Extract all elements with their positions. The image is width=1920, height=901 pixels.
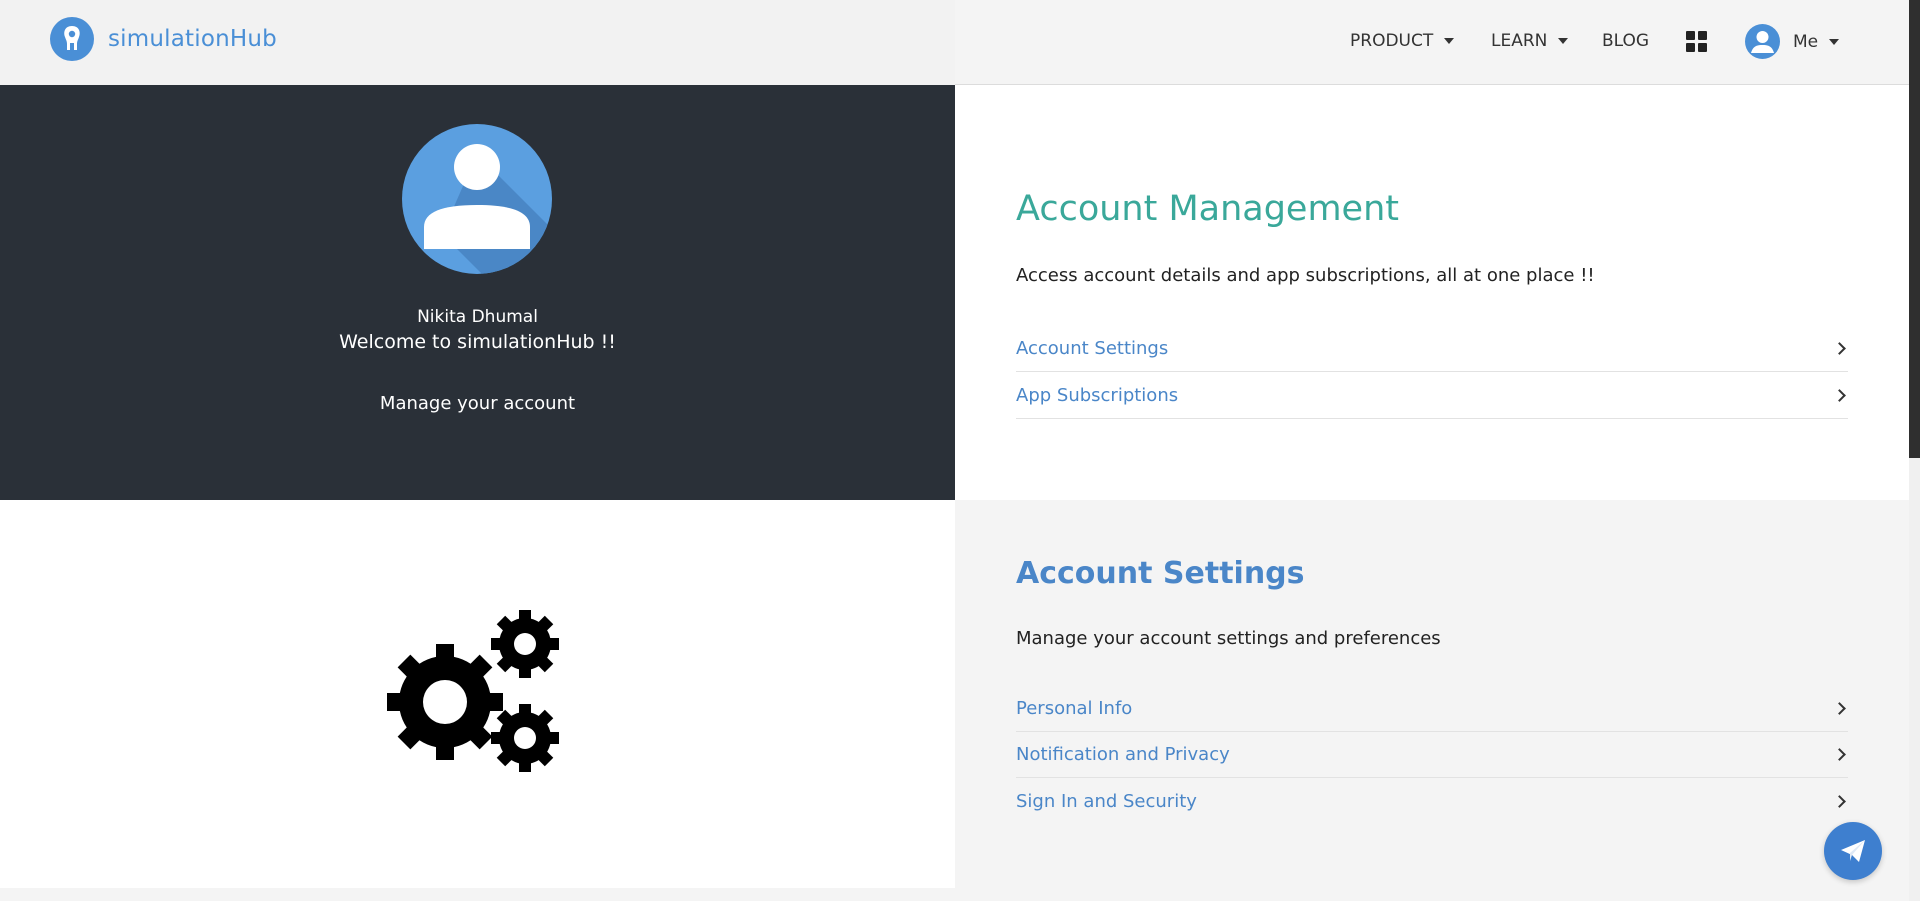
caret-down-icon xyxy=(1558,38,1569,44)
chevron-right-icon xyxy=(1833,702,1846,715)
scrollbar-thumb[interactable] xyxy=(1909,0,1920,458)
nav-me-menu[interactable]: Me xyxy=(1745,24,1840,59)
chevron-right-icon xyxy=(1833,794,1846,808)
link-personal-info[interactable]: Personal Info xyxy=(1016,686,1848,732)
user-avatar-icon xyxy=(402,124,552,274)
top-header: simulationHub PRODUCT LEARN BLOG Me xyxy=(0,0,1909,85)
nav-me-label: Me xyxy=(1793,31,1819,52)
paper-plane-icon xyxy=(1841,840,1865,862)
chevron-right-icon xyxy=(1833,341,1846,355)
link-sign-in-security[interactable]: Sign In and Security xyxy=(1016,778,1848,824)
nav-product[interactable]: PRODUCT xyxy=(1350,31,1455,51)
link-label: Account Settings xyxy=(1016,337,1169,359)
link-notification-privacy[interactable]: Notification and Privacy xyxy=(1016,732,1848,778)
link-app-subscriptions[interactable]: App Subscriptions xyxy=(1016,372,1848,419)
account-settings-links: Personal Info Notification and Privacy S… xyxy=(1016,686,1848,824)
chevron-right-icon xyxy=(1833,748,1846,761)
brand-name: simulationHub xyxy=(108,26,277,52)
nav-learn[interactable]: LEARN xyxy=(1491,31,1569,51)
account-settings-description: Manage your account settings and prefere… xyxy=(1016,628,1441,649)
brand-logo[interactable]: simulationHub xyxy=(50,17,277,61)
feedback-button[interactable] xyxy=(1824,822,1882,880)
welcome-message: Welcome to simulationHub !! xyxy=(339,331,616,353)
apps-grid-icon[interactable] xyxy=(1686,31,1707,52)
grid-cell xyxy=(1698,31,1707,40)
profile-panel: Nikita Dhumal Welcome to simulationHub !… xyxy=(0,85,955,500)
chevron-right-icon xyxy=(1833,388,1846,402)
gears-icon xyxy=(387,610,559,772)
account-management-title: Account Management xyxy=(1016,189,1400,229)
account-management-description: Access account details and app subscript… xyxy=(1016,265,1595,286)
link-label: App Subscriptions xyxy=(1016,384,1179,406)
nav-blog[interactable]: BLOG xyxy=(1602,31,1649,51)
link-label: Sign In and Security xyxy=(1016,790,1197,812)
link-label: Notification and Privacy xyxy=(1016,744,1230,765)
grid-cell xyxy=(1686,43,1695,52)
link-label: Personal Info xyxy=(1016,698,1133,719)
account-management-links: Account Settings App Subscriptions xyxy=(1016,325,1848,419)
simulationhub-logo-icon xyxy=(50,17,94,61)
nav-product-label: PRODUCT xyxy=(1350,31,1434,51)
caret-down-icon xyxy=(1829,38,1840,45)
nav-learn-label: LEARN xyxy=(1491,31,1548,51)
manage-account-text: Manage your account xyxy=(379,393,576,414)
caret-down-icon xyxy=(1444,38,1455,44)
nav-blog-label: BLOG xyxy=(1602,31,1650,51)
account-settings-panel: Account Settings Manage your account set… xyxy=(955,500,1909,901)
user-name: Nikita Dhumal xyxy=(417,307,538,327)
section-divider xyxy=(0,888,955,901)
account-management-panel: Account Management Access account detail… xyxy=(955,85,1909,500)
header-brand-area: simulationHub xyxy=(0,0,955,85)
link-account-settings[interactable]: Account Settings xyxy=(1016,325,1848,372)
page-scrollbar[interactable] xyxy=(1909,0,1920,901)
user-avatar-icon xyxy=(1745,24,1780,59)
grid-cell xyxy=(1698,43,1707,52)
header-nav-area: PRODUCT LEARN BLOG Me xyxy=(955,0,1909,85)
account-settings-title: Account Settings xyxy=(1016,556,1305,591)
settings-illustration-panel xyxy=(0,500,955,888)
grid-cell xyxy=(1686,31,1695,40)
